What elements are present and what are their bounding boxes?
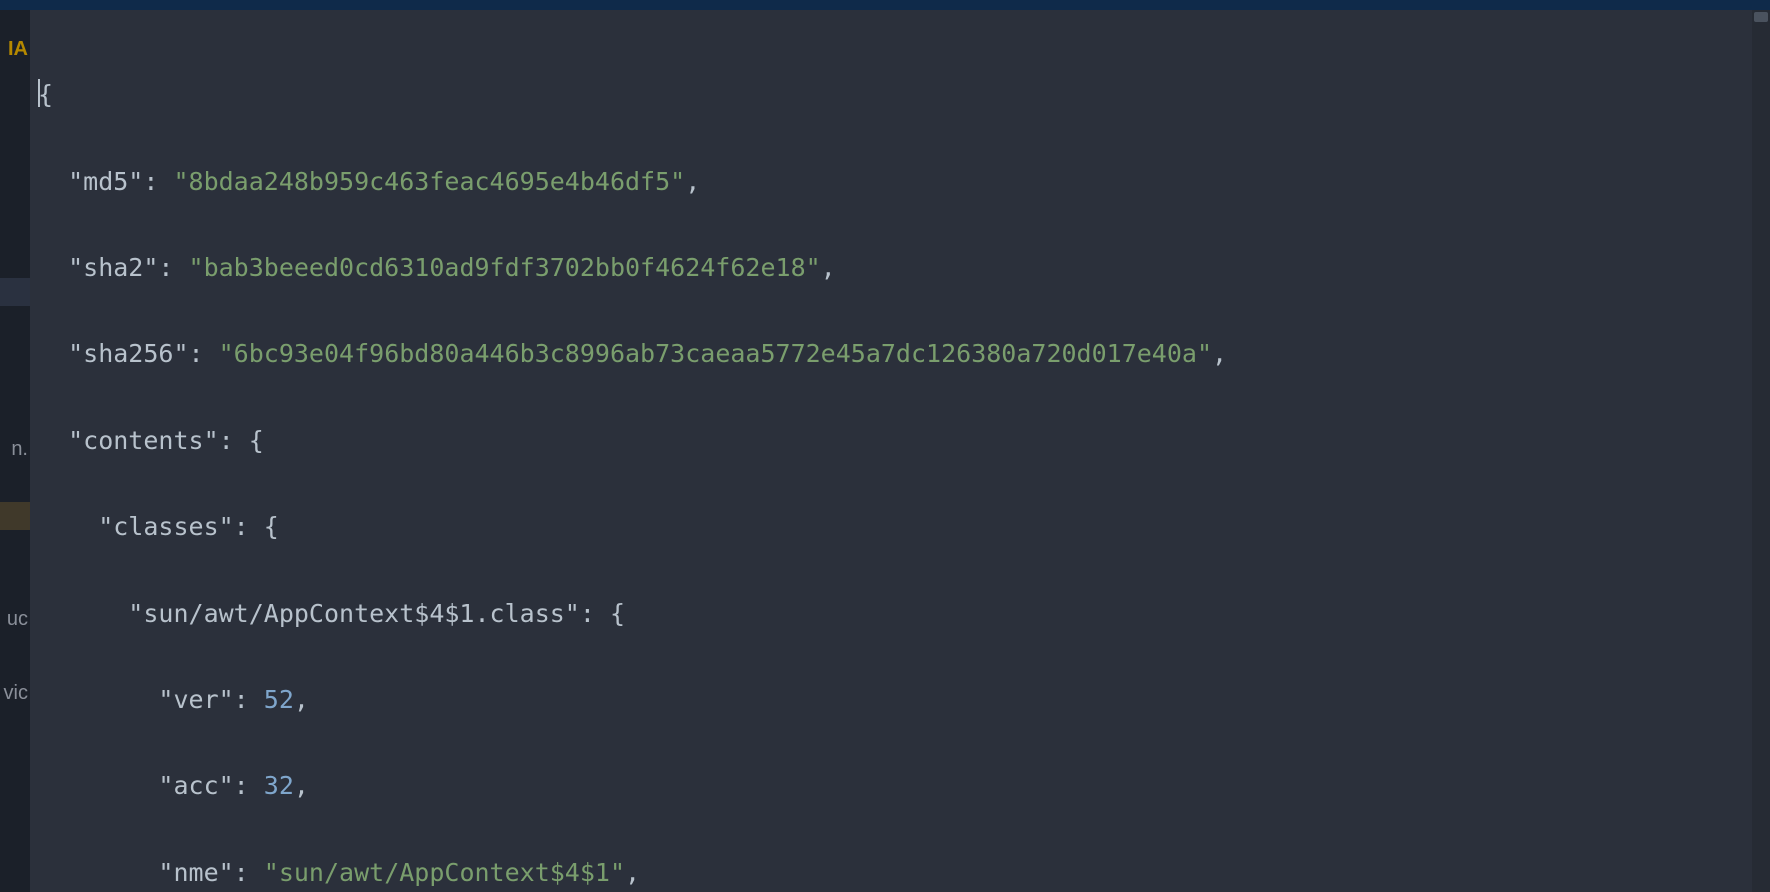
code-line: "sun/awt/AppContext$4$1.class": { — [38, 592, 1770, 635]
gutter-fragment: vic — [4, 682, 28, 705]
app-root: The file is too large: 17.10 MB. Read-on… — [0, 0, 1770, 892]
code-line: "acc": 32, — [38, 764, 1770, 807]
gutter-fragment: uc — [7, 608, 28, 631]
code-line: "contents": { — [38, 419, 1770, 462]
gutter-fragment — [0, 278, 30, 306]
code-line: "ver": 52, — [38, 678, 1770, 721]
main-row: IA n. uc vic { "md5": "8bdaa248b959c463f… — [0, 10, 1770, 892]
code-editor[interactable]: { "md5": "8bdaa248b959c463feac4695e4b46d… — [30, 10, 1770, 892]
left-gutter: IA n. uc vic — [0, 10, 30, 892]
code-line: "sha2": "bab3beeed0cd6310ad9fdf3702bb0f4… — [38, 246, 1770, 289]
code-line: { — [38, 73, 1770, 116]
gutter-fragment — [0, 502, 30, 530]
scrollbar-thumb[interactable] — [1754, 12, 1768, 22]
code-line: "nme": "sun/awt/AppContext$4$1", — [38, 851, 1770, 892]
gutter-fragment: n. — [11, 438, 28, 461]
notification-bar: The file is too large: 17.10 MB. Read-on… — [0, 0, 1770, 10]
code-line: "classes": { — [38, 505, 1770, 548]
gutter-fragment: IA — [8, 38, 28, 61]
code-line: "sha256": "6bc93e04f96bd80a446b3c8996ab7… — [38, 332, 1770, 375]
code-line: "md5": "8bdaa248b959c463feac4695e4b46df5… — [38, 160, 1770, 203]
editor-wrap: { "md5": "8bdaa248b959c463feac4695e4b46d… — [30, 10, 1770, 892]
vertical-scrollbar[interactable] — [1752, 10, 1770, 892]
